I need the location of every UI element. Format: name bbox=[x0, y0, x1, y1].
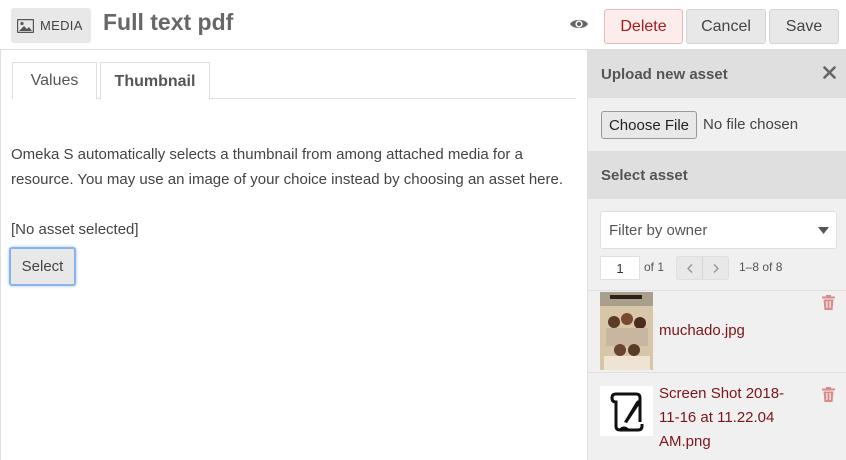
trash-icon[interactable] bbox=[822, 295, 835, 310]
image-icon bbox=[17, 18, 34, 33]
asset-thumbnail bbox=[600, 292, 653, 370]
chevron-right-icon bbox=[713, 263, 719, 273]
tab-thumbnail[interactable]: Thumbnail bbox=[100, 62, 210, 100]
movie-poster-image bbox=[600, 292, 653, 370]
page-count: of 1 bbox=[644, 260, 665, 274]
page-title: Full text pdf bbox=[103, 9, 234, 35]
cancel-button[interactable]: Cancel bbox=[686, 9, 766, 44]
asset-list-item[interactable]: muchado.jpg bbox=[588, 290, 846, 372]
tab-values[interactable]: Values bbox=[12, 62, 97, 99]
next-page-button[interactable] bbox=[703, 257, 729, 279]
asset-list-item[interactable]: Screen Shot 2018-11-16 at 11.22.04 AM.pn… bbox=[588, 372, 846, 460]
content-border bbox=[0, 50, 1, 460]
eye-icon[interactable] bbox=[569, 17, 589, 31]
save-button[interactable]: Save bbox=[769, 9, 839, 44]
upload-asset-title: Upload new asset bbox=[601, 65, 728, 83]
top-bar: MEDIA Full text pdf Delete Cancel Save bbox=[0, 0, 846, 50]
asset-name[interactable]: Screen Shot 2018-11-16 at 11.22.04 AM.pn… bbox=[659, 382, 799, 454]
media-type-badge: MEDIA bbox=[11, 8, 91, 43]
asset-thumbnail bbox=[600, 386, 653, 436]
asset-status: [No asset selected] bbox=[11, 221, 139, 238]
thumbnail-description: Omeka S automatically selects a thumbnai… bbox=[11, 146, 564, 188]
asset-name[interactable]: muchado.jpg bbox=[659, 319, 745, 343]
page-number-input[interactable]: 1 bbox=[600, 256, 640, 280]
owner-filter-value: Filter by owner bbox=[609, 221, 708, 239]
asset-sidebar: Upload new asset Choose File No file cho… bbox=[587, 50, 846, 460]
close-icon[interactable] bbox=[823, 66, 836, 79]
previous-page-button[interactable] bbox=[677, 257, 703, 279]
file-status: No file chosen bbox=[703, 116, 799, 133]
caret-down-icon bbox=[818, 227, 829, 234]
select-asset-title: Select asset bbox=[601, 166, 688, 184]
media-type-label: MEDIA bbox=[40, 18, 83, 33]
section-tabs: Values Thumbnail bbox=[12, 62, 576, 100]
choose-file-button[interactable]: Choose File bbox=[601, 111, 697, 139]
chevron-left-icon bbox=[686, 263, 693, 273]
pagination-arrows bbox=[676, 256, 729, 280]
upload-asset-header: Upload new asset bbox=[588, 50, 846, 98]
results-range: 1–8 of 8 bbox=[739, 260, 783, 274]
trash-icon[interactable] bbox=[822, 387, 835, 402]
scroll-quill-icon bbox=[600, 386, 653, 436]
select-asset-button[interactable]: Select bbox=[9, 247, 76, 286]
select-asset-header: Select asset bbox=[588, 151, 846, 199]
delete-button[interactable]: Delete bbox=[604, 9, 683, 44]
owner-filter-select[interactable]: Filter by owner bbox=[600, 211, 837, 249]
